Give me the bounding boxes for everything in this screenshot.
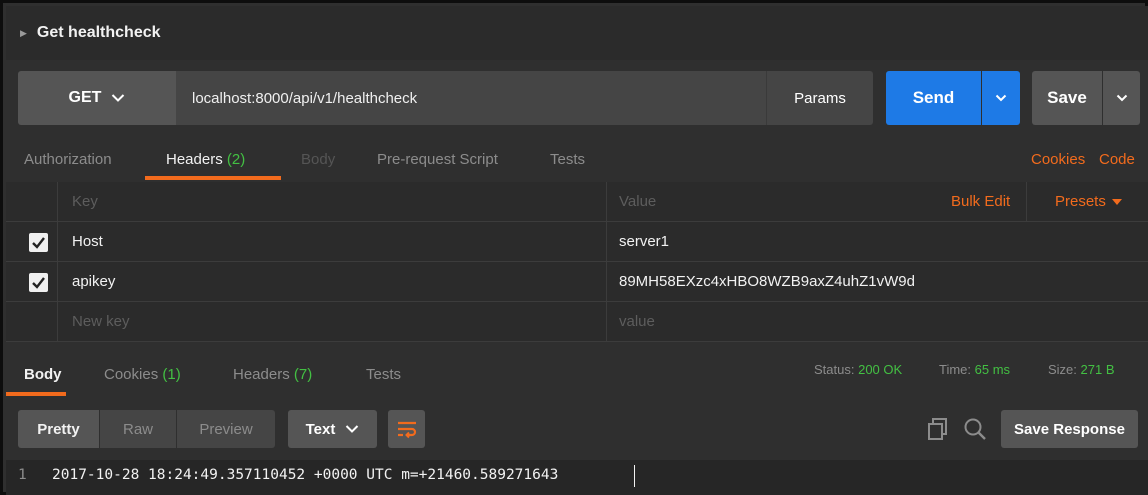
presets-label: Presets — [1055, 193, 1106, 210]
tab-response-headers-label: Headers — [233, 366, 290, 383]
send-button[interactable]: Send — [886, 71, 981, 125]
header-value-input[interactable]: 89MH58EXzc4xHBO8WZB9axZ4uhZ1vW9d — [607, 262, 1148, 302]
chevron-down-icon — [112, 94, 125, 102]
presets-dropdown[interactable]: Presets — [1055, 182, 1122, 222]
format-label: Text — [305, 420, 336, 438]
tab-response-tests[interactable]: Tests — [366, 366, 401, 383]
active-tab-indicator — [6, 392, 66, 396]
tab-cookies-label: Cookies — [104, 366, 159, 383]
status-readout: Status: 200 OK — [814, 362, 903, 377]
caret-right-icon[interactable]: ▶ — [20, 28, 27, 39]
search-icon[interactable] — [962, 416, 988, 442]
header-enabled-checkbox[interactable] — [29, 273, 48, 292]
size-value: 271 B — [1080, 362, 1115, 377]
header-enabled-checkbox[interactable] — [29, 233, 48, 252]
chevron-down-icon — [995, 94, 1007, 102]
caret-down-icon — [1111, 199, 1122, 206]
copy-icon[interactable] — [925, 416, 951, 442]
save-button[interactable]: Save — [1032, 71, 1102, 125]
preview-button[interactable]: Preview — [177, 410, 275, 448]
request-title-bar: ▶ Get healthcheck — [6, 6, 1148, 60]
request-tabs: Authorization Headers (2) Body Pre-reque… — [6, 142, 1148, 182]
line-number: 1 — [18, 467, 27, 483]
header-key-input[interactable]: Host — [58, 222, 607, 262]
tab-body[interactable]: Body — [301, 142, 335, 182]
status-value: 200 OK — [858, 362, 903, 377]
method-label: GET — [68, 89, 102, 106]
raw-button[interactable]: Raw — [100, 410, 176, 448]
save-dropdown-button[interactable] — [1103, 71, 1140, 125]
params-button[interactable]: Params — [766, 71, 873, 125]
time-readout: Time: 65 ms — [939, 362, 1011, 377]
tab-cookies-count: (1) — [162, 366, 181, 383]
response-line[interactable]: 2017-10-28 18:24:49.357110452 +0000 UTC … — [52, 467, 558, 483]
cookies-link[interactable]: Cookies — [1031, 142, 1085, 182]
checkmark-icon — [32, 237, 45, 249]
checkmark-icon — [32, 277, 45, 289]
send-dropdown-button[interactable] — [982, 71, 1020, 125]
tab-headers-label: Headers — [166, 151, 223, 168]
wrap-lines-icon — [397, 421, 416, 439]
bulk-edit-link[interactable]: Bulk Edit — [951, 182, 1010, 222]
response-toolbar: Pretty Raw Preview Text Save Response — [6, 398, 1148, 460]
new-header-row: New key value — [6, 302, 1148, 342]
response-body-editor[interactable]: 1 2017-10-28 18:24:49.357110452 +0000 UT… — [6, 460, 1148, 495]
method-select[interactable]: GET — [18, 71, 176, 125]
new-key-input[interactable]: New key — [58, 302, 607, 342]
wrap-lines-button[interactable] — [388, 410, 425, 448]
response-tabs: Body Cookies (1) Headers (7) Tests Statu… — [6, 342, 1148, 398]
tab-response-cookies[interactable]: Cookies (1) — [104, 366, 181, 383]
tab-response-body[interactable]: Body — [24, 366, 62, 383]
new-value-input[interactable]: value — [607, 302, 1148, 342]
tab-pre-request-script[interactable]: Pre-request Script — [377, 142, 498, 182]
app-window: ▶ Get healthcheck GET Params Send Save A… — [0, 0, 1148, 495]
time-value: 65 ms — [974, 362, 1011, 377]
text-cursor — [634, 465, 635, 487]
table-row: Host server1 — [6, 222, 1148, 262]
save-response-button[interactable]: Save Response — [1001, 410, 1138, 448]
url-bar: GET Params Send Save — [6, 60, 1148, 142]
code-link[interactable]: Code — [1099, 142, 1135, 182]
tab-tests[interactable]: Tests — [550, 142, 585, 182]
header-key-input[interactable]: apikey — [58, 262, 607, 302]
chevron-down-icon — [346, 425, 359, 433]
tab-response-headers-count: (7) — [293, 366, 313, 383]
active-tab-indicator — [145, 176, 281, 180]
chevron-down-icon — [1116, 94, 1127, 102]
tab-response-headers[interactable]: Headers (7) — [233, 366, 312, 383]
tab-authorization[interactable]: Authorization — [24, 142, 112, 182]
header-value-input[interactable]: server1 — [607, 222, 1148, 262]
request-name[interactable]: Get healthcheck — [37, 24, 161, 42]
table-row: apikey 89MH58EXzc4xHBO8WZB9axZ4uhZ1vW9d — [6, 262, 1148, 302]
format-select[interactable]: Text — [288, 410, 377, 448]
table-header-row: Key Value Bulk Edit Presets — [6, 182, 1148, 222]
headers-table: Key Value Bulk Edit Presets Host server1… — [6, 182, 1148, 342]
tab-headers-count: (2) — [226, 151, 246, 168]
key-column-header: Key — [58, 182, 607, 222]
url-input[interactable] — [176, 71, 766, 125]
pretty-button[interactable]: Pretty — [18, 410, 99, 448]
size-readout: Size: 271 B — [1048, 362, 1115, 377]
